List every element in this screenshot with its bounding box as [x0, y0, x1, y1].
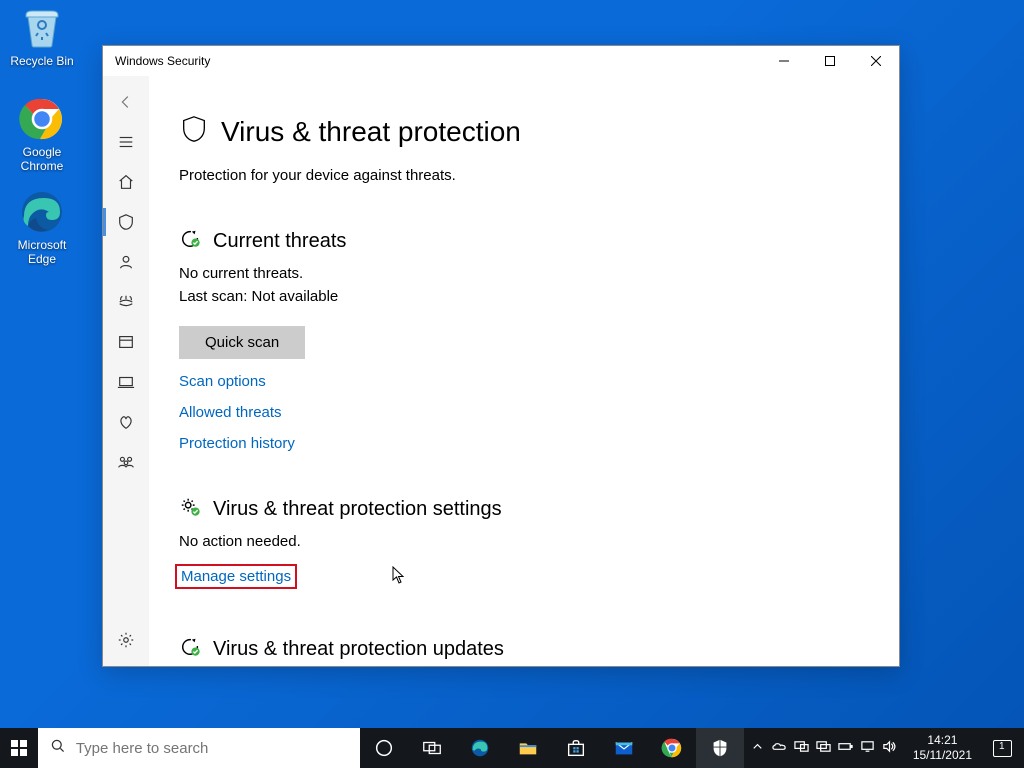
quick-scan-button[interactable]: Quick scan: [179, 326, 305, 359]
close-button[interactable]: [853, 46, 899, 76]
tray-onedrive-icon[interactable]: [772, 739, 787, 757]
start-button[interactable]: [0, 728, 38, 768]
taskbar: 14:21 15/11/2021: [0, 728, 1024, 768]
notification-icon: [993, 740, 1012, 757]
update-icon: [179, 636, 201, 663]
threats-status-line1: No current threats.: [179, 263, 875, 286]
taskbar-chrome[interactable]: [648, 728, 696, 768]
recycle-bin-icon: [18, 3, 66, 51]
tray-network-icon[interactable]: [860, 739, 875, 757]
nav-account[interactable]: [103, 242, 149, 282]
protection-settings-section: Virus & threat protection settings No ac…: [179, 496, 875, 586]
protection-history-link[interactable]: Protection history: [179, 435, 875, 452]
back-button[interactable]: [103, 82, 149, 122]
maximize-button[interactable]: [807, 46, 853, 76]
hamburger-button[interactable]: [103, 122, 149, 162]
nav-home[interactable]: [103, 162, 149, 202]
nav-device-security[interactable]: [103, 362, 149, 402]
desktop-label: Google Chrome: [4, 146, 80, 174]
tray-overflow-icon[interactable]: [750, 739, 765, 757]
content-pane: Virus & threat protection Protection for…: [149, 76, 899, 666]
window-title: Windows Security: [115, 54, 210, 68]
protection-updates-section: Virus & threat protection updates: [179, 636, 875, 663]
nav-rail: [103, 76, 149, 666]
nav-device-performance[interactable]: [103, 402, 149, 442]
desktop-icon-microsoft-edge[interactable]: Microsoft Edge: [4, 188, 80, 267]
nav-settings[interactable]: [103, 620, 149, 660]
shield-icon: [179, 114, 209, 149]
taskbar-cortana[interactable]: [360, 728, 408, 768]
section-title: Current threats: [213, 230, 346, 253]
desktop-icon-google-chrome[interactable]: Google Chrome: [4, 95, 80, 174]
tray-inputsw-icon[interactable]: [816, 739, 831, 757]
scan-options-link[interactable]: Scan options: [179, 373, 875, 390]
titlebar[interactable]: Windows Security: [103, 46, 899, 76]
tray-battery-icon[interactable]: [838, 739, 853, 757]
taskbar-windows-security[interactable]: [696, 728, 744, 768]
settings-gear-icon: [179, 496, 201, 523]
windows-security-window: Windows Security Virus & threat p: [102, 45, 900, 667]
search-icon: [50, 738, 66, 759]
chrome-icon: [18, 95, 66, 143]
tray-volume-icon[interactable]: [882, 739, 897, 757]
section-title: Virus & threat protection settings: [213, 498, 502, 521]
desktop-label: Recycle Bin: [4, 54, 80, 68]
taskbar-store[interactable]: [552, 728, 600, 768]
manage-settings-link[interactable]: Manage settings: [179, 568, 293, 585]
tray-display-icon[interactable]: [794, 739, 809, 757]
taskbar-mail[interactable]: [600, 728, 648, 768]
taskbar-edge[interactable]: [456, 728, 504, 768]
nav-app-browser[interactable]: [103, 322, 149, 362]
edge-icon: [18, 188, 66, 236]
nav-family[interactable]: [103, 442, 149, 482]
threats-status-line2: Last scan: Not available: [179, 286, 875, 309]
page-subtitle: Protection for your device against threa…: [179, 167, 875, 184]
page-title: Virus & threat protection: [221, 116, 521, 148]
current-threats-section: Current threats No current threats. Last…: [179, 228, 875, 452]
nav-virus-threat[interactable]: [103, 202, 149, 242]
taskbar-notifications[interactable]: [980, 740, 1024, 757]
desktop-label: Microsoft Edge: [4, 239, 80, 267]
clock-date: 15/11/2021: [913, 748, 972, 763]
section-title: Virus & threat protection updates: [213, 638, 504, 661]
minimize-button[interactable]: [761, 46, 807, 76]
allowed-threats-link[interactable]: Allowed threats: [179, 404, 875, 421]
search-input[interactable]: [76, 740, 348, 757]
scan-icon: [179, 228, 201, 255]
clock-time: 14:21: [913, 733, 972, 748]
settings-status: No action needed.: [179, 531, 875, 554]
nav-firewall[interactable]: [103, 282, 149, 322]
taskbar-clock[interactable]: 14:21 15/11/2021: [905, 733, 980, 763]
taskbar-file-explorer[interactable]: [504, 728, 552, 768]
system-tray[interactable]: [744, 739, 905, 757]
desktop-icon-recycle-bin[interactable]: Recycle Bin: [4, 3, 80, 68]
taskbar-search[interactable]: [38, 728, 360, 768]
taskbar-task-view[interactable]: [408, 728, 456, 768]
